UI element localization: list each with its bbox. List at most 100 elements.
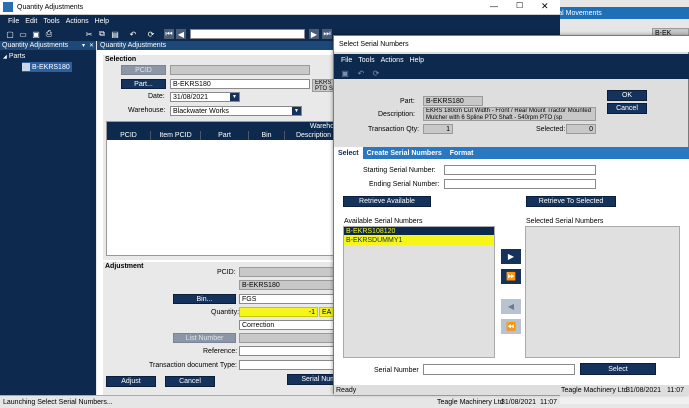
dialog-select-button[interactable]: Select xyxy=(580,363,656,375)
main-statusbar: Launching Select Serial Numbers... Teagl… xyxy=(0,395,560,408)
tab-format[interactable]: Format xyxy=(446,150,478,157)
dialog-menu-actions[interactable]: Actions xyxy=(381,57,404,64)
first-record-icon[interactable]: ⏮ xyxy=(164,29,174,39)
pcid-label: PCID: xyxy=(217,269,236,276)
calendar-icon[interactable]: ▼ xyxy=(230,93,239,101)
grid-column-bin[interactable]: Bin xyxy=(249,131,285,140)
background-window-titlebar: rnal Movements xyxy=(548,7,689,19)
move-all-right-button[interactable]: ⏩ xyxy=(501,269,521,284)
dialog-part-field: B-EKRS180 xyxy=(423,96,483,106)
reference-label: Reference: xyxy=(203,348,238,355)
adjustment-label: Adjustment xyxy=(105,263,144,270)
chevron-right-icon: ▶ xyxy=(507,252,515,261)
retrieve-to-selected-button[interactable]: Retrieve To Selected xyxy=(526,196,616,207)
panel-close-icon[interactable]: ✕ xyxy=(89,42,94,49)
save-icon[interactable]: ▣ xyxy=(31,29,41,39)
grid-column-part[interactable]: Part xyxy=(201,131,249,140)
menu-help[interactable]: Help xyxy=(95,18,109,25)
ending-serial-field[interactable] xyxy=(444,179,596,189)
dialog-menu-help[interactable]: Help xyxy=(410,57,424,64)
paste-icon[interactable]: ▤ xyxy=(110,29,120,39)
last-record-icon[interactable]: ⏭ xyxy=(322,29,332,39)
serial-numbers-button[interactable]: Serial Num xyxy=(287,374,339,385)
left-panel-header: Quantity Adjustments ▾ ✕ xyxy=(0,41,96,50)
left-panel-title: Quantity Adjustments xyxy=(2,42,69,49)
list-item[interactable]: B-EKRSDUMMY1 xyxy=(344,236,494,245)
reference-field[interactable] xyxy=(239,346,339,356)
trans-doc-field[interactable] xyxy=(239,360,339,370)
double-chevron-left-icon: ⏪ xyxy=(506,322,516,331)
quantity-field[interactable]: -1 xyxy=(239,307,318,317)
toolbar-part-combo[interactable]: B-EKRS180 ▼ xyxy=(190,29,305,39)
collapse-icon[interactable]: ◢ xyxy=(3,54,7,60)
bin-button[interactable]: Bin... xyxy=(173,294,236,304)
app-icon xyxy=(3,2,13,12)
adjust-button[interactable]: Adjust xyxy=(106,376,156,387)
dialog-titlebar: Select Serial Numbers xyxy=(334,36,689,52)
starting-serial-label: Starting Serial Number: xyxy=(363,167,436,174)
cut-icon[interactable]: ✂ xyxy=(84,29,94,39)
dialog-tabstrip: Select Create Serial Numbers Format xyxy=(334,147,689,159)
tab-select[interactable]: Select xyxy=(334,147,363,159)
next-record-icon[interactable]: ▶ xyxy=(309,29,319,39)
dialog-status-date: 31/08/2021 xyxy=(626,386,662,394)
bin-field[interactable]: FGS xyxy=(239,294,339,304)
refresh-icon[interactable]: ⟳ xyxy=(146,29,156,39)
selected-serials-list[interactable] xyxy=(525,226,680,358)
tab-create-serial-numbers[interactable]: Create Serial Numbers xyxy=(363,150,446,157)
tree-item-part[interactable]: B-EKRS180 xyxy=(22,62,72,72)
menu-edit[interactable]: Edit xyxy=(25,18,37,25)
warehouse-select[interactable]: Blackwater Works ▼ xyxy=(170,106,302,116)
main-title: Quantity Adjustments xyxy=(17,3,84,11)
close-button[interactable]: ✕ xyxy=(541,1,549,12)
selected-serials-label: Selected Serial Numbers xyxy=(526,218,604,225)
left-panel: Quantity Adjustments ▾ ✕ ◢ Parts B-EKRS1… xyxy=(0,41,96,395)
serial-number-field[interactable] xyxy=(423,364,575,375)
dialog-cancel-button[interactable]: Cancel xyxy=(607,103,647,114)
trans-doc-label: Transaction document Type: xyxy=(149,362,237,369)
undo-icon[interactable]: ↶ xyxy=(128,29,138,39)
maximize-button[interactable]: ☐ xyxy=(516,1,523,10)
dialog-menu-tools[interactable]: Tools xyxy=(358,57,374,64)
copy-icon[interactable]: ⧉ xyxy=(97,29,107,39)
starting-serial-field[interactable] xyxy=(444,165,596,175)
grid-column-item-pcid[interactable]: Item PCID xyxy=(151,131,201,140)
available-serials-list[interactable]: B-EKRS108120 B-EKRSDUMMY1 xyxy=(343,226,495,358)
selection-label: Selection xyxy=(105,56,137,63)
dialog-undo-icon[interactable]: ↶ xyxy=(356,68,366,78)
reason-field[interactable]: Correction xyxy=(239,320,339,330)
dialog-trans-qty-field: 1 xyxy=(423,124,453,134)
move-all-left-button: ⏪ xyxy=(501,319,521,334)
dialog-refresh-icon[interactable]: ⟳ xyxy=(371,68,381,78)
main-status-date: 31/08/2021 xyxy=(501,398,537,406)
cancel-button[interactable]: Cancel xyxy=(165,376,215,387)
pin-icon[interactable]: ▾ xyxy=(82,42,85,49)
print-icon[interactable]: ⎙ xyxy=(44,29,54,39)
move-right-button[interactable]: ▶ xyxy=(501,249,521,264)
menu-file[interactable]: File xyxy=(8,18,19,25)
quantity-label: Quantity: xyxy=(211,309,240,316)
right-panel-title: Quantity Adjustments xyxy=(100,42,167,49)
dialog-description-field: EKRS 180cm Cut Width - Front / Rear Moun… xyxy=(423,107,596,121)
grid-column-pcid[interactable]: PCID xyxy=(107,131,151,140)
part-button[interactable]: Part... xyxy=(121,79,166,89)
list-item[interactable]: B-EKRS108120 xyxy=(344,227,494,236)
new-icon[interactable]: ▢ xyxy=(5,29,15,39)
open-icon[interactable]: ▭ xyxy=(18,29,28,39)
list-number-button: List Number xyxy=(173,333,236,343)
part-field[interactable]: B-EKRS180 xyxy=(170,79,310,89)
double-chevron-right-icon: ⏩ xyxy=(506,272,516,281)
dialog-menu-file[interactable]: File xyxy=(341,57,352,64)
menu-actions[interactable]: Actions xyxy=(66,18,89,25)
minimize-button[interactable]: — xyxy=(490,2,498,11)
main-titlebar: Quantity Adjustments — ☐ ✕ xyxy=(0,0,560,15)
menu-tools[interactable]: Tools xyxy=(43,18,59,25)
date-label: Date: xyxy=(148,93,165,100)
date-field[interactable]: 31/08/2021 ▼ xyxy=(170,92,240,102)
tree-root[interactable]: ◢ Parts xyxy=(3,53,25,60)
dialog-ok-button[interactable]: OK xyxy=(607,90,647,101)
chevron-down-icon[interactable]: ▼ xyxy=(292,107,301,115)
prev-record-icon[interactable]: ◀ xyxy=(176,29,186,39)
retrieve-available-button[interactable]: Retrieve Available xyxy=(343,196,431,207)
dialog-save-icon[interactable]: ▣ xyxy=(340,68,350,78)
